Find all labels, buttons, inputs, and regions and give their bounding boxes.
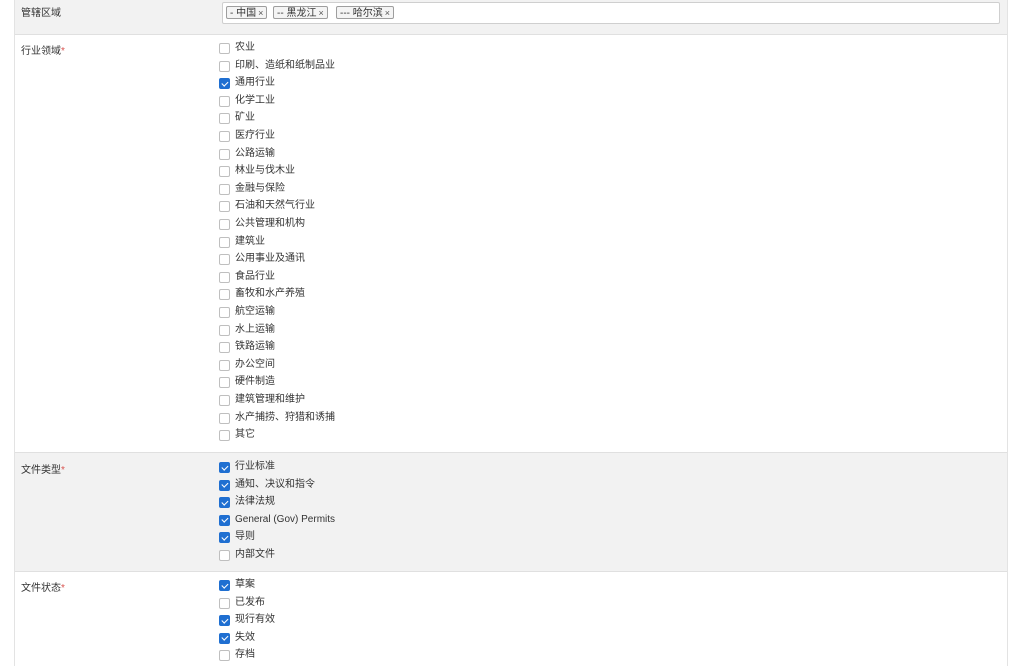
checkbox-label: 金融与保险	[235, 182, 285, 194]
region-tag-text: - 中国	[230, 8, 257, 19]
checkbox-label: 导则	[235, 531, 255, 543]
industry-label-text: 行业领域	[21, 46, 61, 57]
checkbox-icon[interactable]	[219, 60, 230, 72]
region-tag-input[interactable]: - 中国 × -- 黑龙江 × --- 哈尔滨 ×	[222, 2, 1000, 24]
checkbox-label: 失效	[235, 631, 255, 643]
checkbox-label: 畜牧和水产养殖	[235, 288, 305, 300]
checkbox-icon[interactable]	[219, 377, 230, 389]
region-tag-china: - 中国 ×	[226, 6, 268, 19]
checkbox-label: 铁路运输	[235, 341, 275, 353]
checkbox-icon[interactable]	[219, 219, 230, 230]
checkbox-checked-icon[interactable]	[219, 580, 230, 591]
checkbox-icon[interactable]	[219, 43, 230, 54]
checkbox-label: 行业标准	[235, 461, 275, 472]
checkbox-label: 航空运输	[235, 306, 275, 317]
checkbox-icon[interactable]	[219, 307, 230, 318]
checkbox-icon[interactable]	[219, 236, 230, 248]
doc-status-label-text: 文件状态	[21, 583, 61, 594]
region-tag-harbin: --- 哈尔滨 ×	[336, 6, 395, 19]
checkbox-label: 矿业	[235, 112, 255, 124]
industry-row: 行业领域* 农业印刷、造纸和纸制品业 通用行业化学工业矿业医疗行业公路运输林业与伐…	[15, 35, 1007, 453]
checkbox-icon[interactable]	[219, 271, 230, 283]
filter-form: 管辖区域 - 中国 × -- 黑龙江 × --- 哈尔滨 × 行业领域* 农业 印刷、造…	[14, 0, 1008, 666]
industry-label: 行业领域*	[21, 42, 65, 57]
checkbox-icon[interactable]	[219, 342, 230, 354]
checkbox-icon[interactable]	[219, 95, 230, 107]
checkbox-label: 水上运输	[235, 323, 275, 335]
checkbox-label: 公用事业及通讯	[235, 253, 305, 265]
checkbox-checked-icon[interactable]	[219, 615, 230, 627]
checkbox-icon[interactable]	[219, 113, 230, 125]
checkbox-label: 建筑业	[235, 235, 265, 247]
doc-type-label: 文件类型*	[21, 461, 65, 476]
region-tag-text: --- 哈尔滨	[340, 8, 383, 19]
checkbox-label: General (Gov) Permits	[235, 513, 336, 525]
checkbox-checked-icon[interactable]	[219, 497, 230, 509]
checkbox-icon[interactable]	[219, 201, 230, 213]
checkbox-label: 石油和天然气行业	[235, 200, 315, 212]
checkbox-label: 印刷、造纸和纸制品业	[235, 59, 335, 71]
checkbox-label: 法律法规	[235, 496, 275, 508]
checkbox-label: 农业	[235, 42, 255, 53]
checkbox-checked-icon[interactable]	[219, 632, 230, 644]
doc-type-label-text: 文件类型	[21, 465, 61, 476]
checkbox-label: 公共管理和机构	[235, 218, 305, 229]
checkbox-label: 已发布	[235, 596, 265, 608]
checkbox-icon[interactable]	[219, 359, 230, 371]
checkbox-label: 办公空间	[235, 358, 275, 370]
remove-tag-icon[interactable]: ×	[258, 8, 263, 18]
doc-type-row: 文件类型* 行业标准通知、决议和指令 法律法规 General (Gov) Perm…	[15, 453, 1007, 572]
region-tag-text: -- 黑龙江	[277, 8, 317, 19]
checkbox-icon[interactable]	[219, 550, 230, 561]
required-mark: *	[61, 465, 65, 476]
checkbox-checked-icon[interactable]	[219, 532, 230, 544]
checkbox-label: 公路运输	[235, 147, 275, 159]
region-tag-heilongjiang: -- 黑龙江 ×	[273, 6, 328, 19]
checkbox-label: 林业与伐木业	[235, 165, 295, 177]
checkbox-label: 食品行业	[235, 270, 275, 282]
checkbox-icon[interactable]	[219, 254, 230, 266]
checkbox-label: 水产捕捞、狩猎和诱捕	[235, 411, 335, 423]
required-mark: *	[61, 46, 65, 57]
checkbox-label: 内部文件	[235, 549, 275, 560]
region-label: 管辖区域	[21, 8, 61, 19]
checkbox-icon[interactable]	[219, 430, 230, 442]
checkbox-icon[interactable]	[219, 131, 230, 142]
checkbox-label: 化学工业	[235, 94, 275, 106]
checkbox-label: 草案	[235, 579, 255, 590]
checkbox-label: 其它	[235, 429, 255, 441]
checkbox-label: 通用行业	[235, 77, 275, 89]
checkbox-label: 建筑管理和维护	[235, 394, 305, 405]
required-mark: *	[61, 583, 65, 594]
checkbox-icon[interactable]	[219, 650, 230, 662]
checkbox-icon[interactable]	[219, 324, 230, 336]
doc-status-label: 文件状态*	[21, 579, 65, 594]
remove-tag-icon[interactable]: ×	[318, 8, 323, 18]
checkbox-icon[interactable]	[219, 148, 230, 160]
checkbox-icon[interactable]	[219, 166, 230, 178]
checkbox-label: 现行有效	[235, 614, 275, 626]
checkbox-label: 通知、决议和指令	[235, 478, 315, 490]
checkbox-checked-icon[interactable]	[219, 462, 230, 473]
doc-status-row: 文件状态* 草案已发布现行有效失效存档	[15, 572, 1007, 666]
checkbox-checked-icon[interactable]	[219, 78, 230, 90]
checkbox-label: 硬件制造	[235, 376, 275, 388]
region-row: 管辖区域 - 中国 × -- 黑龙江 × --- 哈尔滨 ×	[15, 0, 1007, 35]
checkbox-icon[interactable]	[219, 597, 230, 609]
checkbox-label: 存档	[235, 649, 255, 661]
checkbox-label: 医疗行业	[235, 130, 275, 141]
checkbox-checked-icon[interactable]	[219, 479, 230, 491]
checkbox-icon[interactable]	[219, 395, 230, 406]
remove-tag-icon[interactable]: ×	[385, 8, 390, 18]
checkbox-checked-icon[interactable]	[219, 514, 230, 526]
checkbox-icon[interactable]	[219, 289, 230, 301]
checkbox-icon[interactable]	[219, 183, 230, 195]
checkbox-icon[interactable]	[219, 412, 230, 424]
